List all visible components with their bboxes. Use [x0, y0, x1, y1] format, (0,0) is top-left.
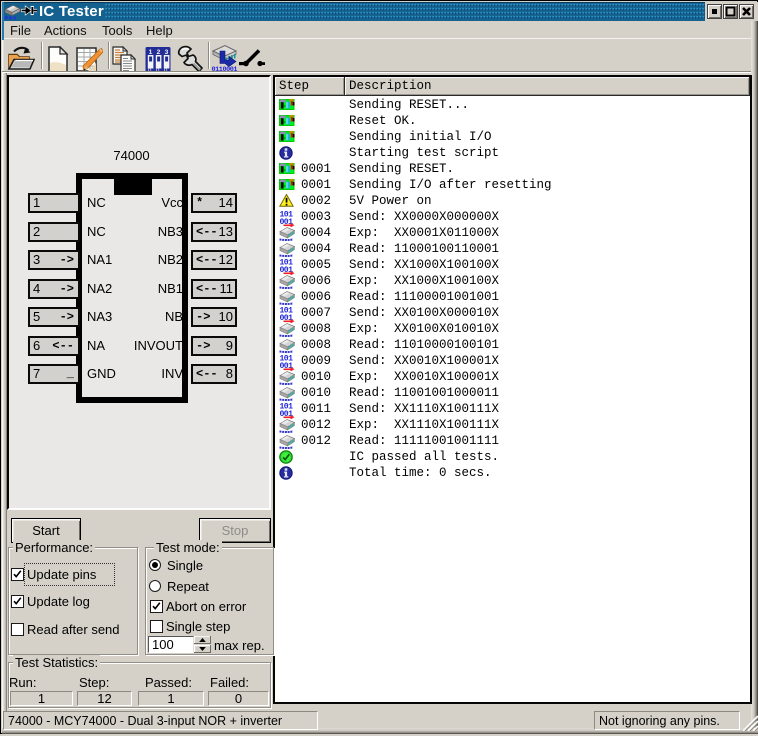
svg-text:2: 2 [157, 49, 161, 56]
svg-text:3: 3 [165, 49, 169, 56]
svg-text:1: 1 [149, 49, 153, 56]
